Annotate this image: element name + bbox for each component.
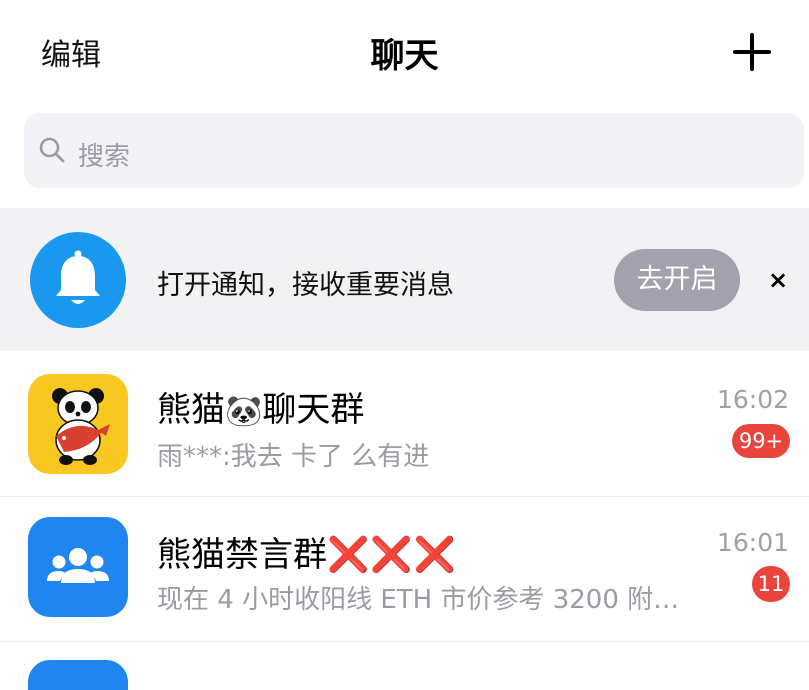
plus-icon[interactable] [733, 33, 771, 71]
divider [0, 641, 809, 642]
chat-name-part: 聊天群 [262, 390, 365, 430]
cross-mark-emoji: ❌❌❌ [327, 535, 458, 575]
chat-preview: 雨***:我去 卡了 么有进 [157, 442, 430, 472]
chat-row-muted-group[interactable]: 熊猫禁言群❌❌❌ 现在 4 小时收阳线 ETH 市价参考 3200 附近空单 1… [0, 497, 809, 642]
unread-badge: 99+ [732, 424, 790, 458]
chat-name-part: 熊猫禁言群 [157, 535, 327, 575]
group-icon [47, 548, 109, 583]
chat-name-part: 熊猫 [157, 390, 225, 430]
search-input[interactable] [24, 113, 804, 188]
page-title: 聊天 [370, 36, 439, 76]
group-avatar [28, 517, 128, 617]
nav-bar: 编辑 聊天 [0, 0, 809, 105]
chat-time: 16:01 [716, 528, 789, 557]
notification-text: 打开通知，接收重要消息 [157, 270, 454, 301]
close-banner-button[interactable]: × [768, 266, 788, 294]
panda-emoji: 🐼 [225, 394, 263, 429]
chat-time: 16:02 [716, 385, 789, 414]
chat-row-panda[interactable]: 熊猫🐼聊天群 雨***:我去 卡了 么有进 16:02 99+ [0, 352, 809, 497]
panda-avatar [28, 374, 128, 474]
unread-badge: 11 [752, 566, 790, 602]
search-placeholder: 搜索 [78, 142, 131, 172]
search-icon [39, 137, 65, 163]
chat-name: 熊猫禁言群❌❌❌ [157, 527, 457, 576]
bell-icon [56, 250, 100, 304]
notification-avatar [30, 232, 126, 328]
next-chat-avatar [28, 660, 128, 690]
chat-name: 熊猫🐼聊天群 [157, 382, 364, 431]
enable-notifications-button[interactable]: 去开启 [614, 249, 740, 311]
chat-preview: 现在 4 小时收阳线 ETH 市价参考 3200 附近空单 [157, 585, 702, 615]
panda-icon [52, 388, 110, 465]
